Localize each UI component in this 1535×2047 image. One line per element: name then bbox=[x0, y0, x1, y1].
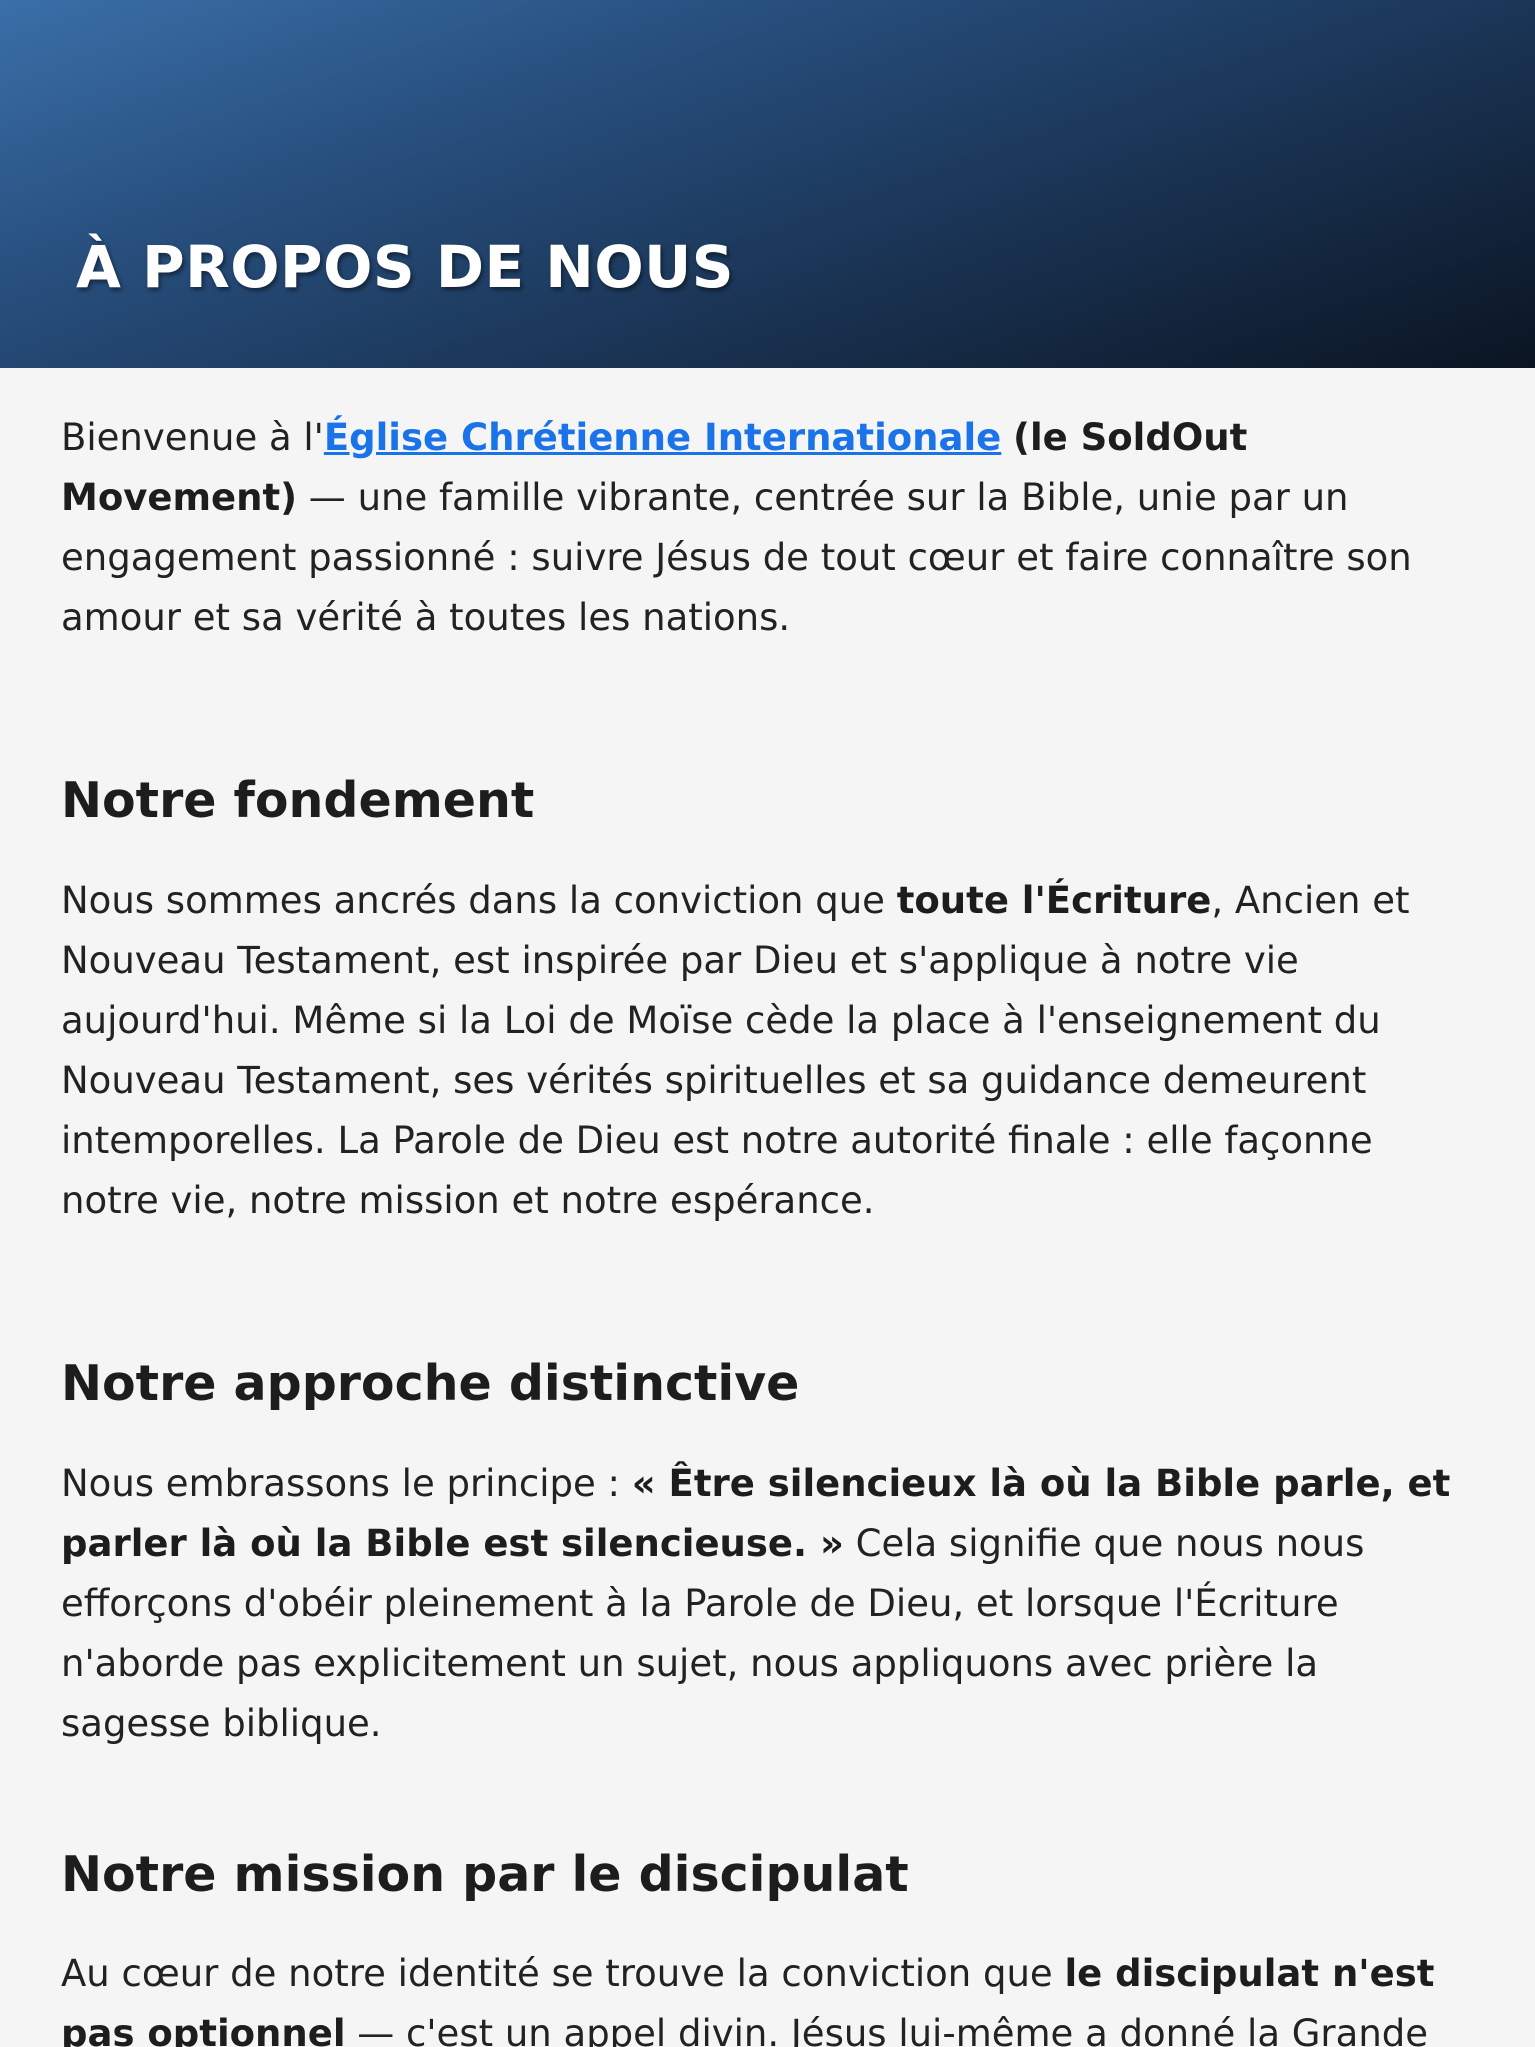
section-mission: Notre mission par le discipulat Au cœur … bbox=[61, 1846, 1473, 2047]
intro-paragraph: Bienvenue à l'Église Chrétienne Internat… bbox=[61, 408, 1473, 648]
section-foundation: Notre fondement Nous sommes ancrés dans … bbox=[61, 772, 1473, 1231]
page-title: À PROPOS DE NOUS bbox=[76, 233, 735, 301]
text-span: Nous embrassons le principe : bbox=[61, 1461, 632, 1505]
main-content: Bienvenue à l'Église Chrétienne Internat… bbox=[0, 408, 1535, 2047]
text-span: Au cœur de notre identité se trouve la c… bbox=[61, 1952, 1065, 1996]
intro-prefix: Bienvenue à l' bbox=[61, 416, 324, 459]
bold-span: toute l'Écriture bbox=[896, 878, 1212, 922]
church-link[interactable]: Église Chrétienne Internationale bbox=[324, 416, 1001, 459]
section-heading: Notre fondement bbox=[61, 772, 535, 829]
hero-banner: À PROPOS DE NOUS bbox=[0, 0, 1535, 368]
section-paragraph: Nous embrassons le principe : « Être sil… bbox=[61, 1454, 1473, 1754]
section-paragraph: Nous sommes ancrés dans la conviction qu… bbox=[61, 871, 1473, 1231]
text-span: Nous sommes ancrés dans la conviction qu… bbox=[61, 878, 897, 922]
section-heading: Notre mission par le discipulat bbox=[61, 1845, 909, 1903]
section-heading: Notre approche distinctive bbox=[61, 1354, 800, 1412]
section-approach: Notre approche distinctive Nous embrasso… bbox=[61, 1355, 1473, 1754]
text-span: — c'est un appel divin. Jésus lui-même a… bbox=[345, 2012, 1429, 2047]
text-span: , Ancien et Nouveau Testament, est inspi… bbox=[61, 878, 1410, 1222]
section-paragraph: Au cœur de notre identité se trouve la c… bbox=[61, 1944, 1473, 2047]
